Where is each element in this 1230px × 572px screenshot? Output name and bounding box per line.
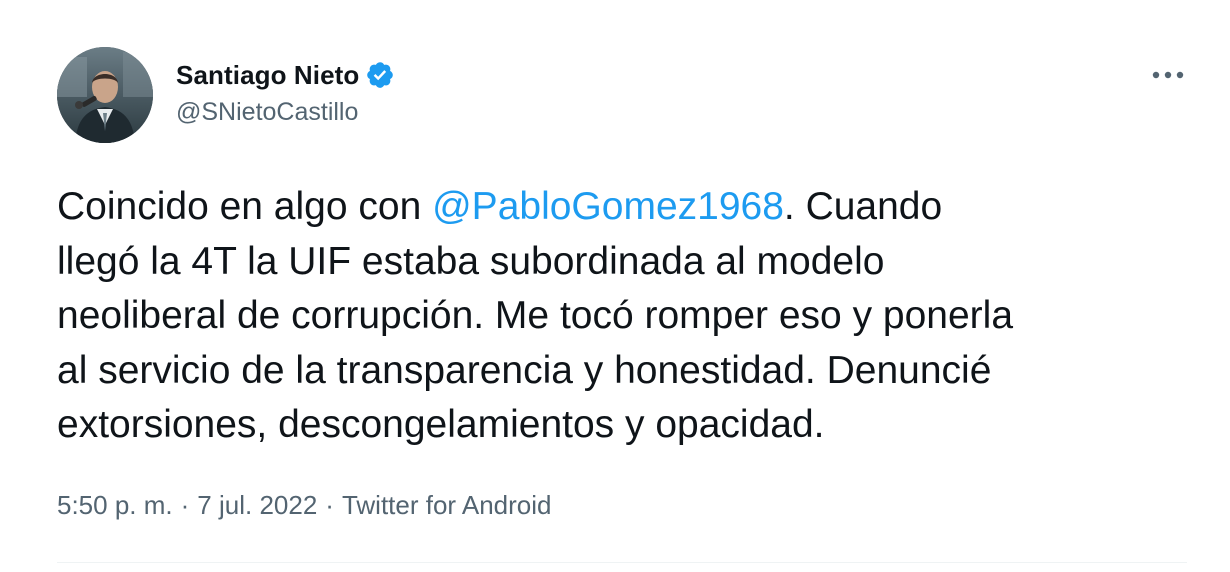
tweet-text-segment: Coincido en algo con — [57, 185, 433, 228]
tweet-line: al servicio de la transparencia y honest… — [57, 348, 992, 392]
tweet-line: neoliberal de corrupción. Me tocó romper… — [57, 294, 1014, 337]
more-options-button[interactable] — [1148, 60, 1188, 90]
tweet-line: Coincido en algo con @PabloGomez1968. Cu… — [57, 180, 1207, 235]
tweet-line: llegó la 4T la UIF estaba subordinada al… — [57, 239, 885, 283]
avatar-photo — [57, 47, 153, 143]
author-handle[interactable]: @SNietoCastillo — [176, 98, 358, 127]
avatar[interactable] — [57, 47, 153, 143]
tweet-date: 7 jul. 2022 — [197, 490, 318, 520]
divider — [57, 562, 1187, 563]
more-options-icon — [1152, 71, 1184, 79]
tweet-meta: 5:50 p. m. · 7 jul. 2022 · Twitter for Andro… — [57, 490, 552, 521]
mention-link[interactable]: @PabloGomez1968 — [432, 185, 784, 228]
tweet-card: Santiago Nieto @SNietoCastillo Coincido … — [0, 0, 1230, 572]
tweet-line: extorsiones, descongelamientos y opacida… — [57, 403, 825, 446]
meta-separator: · — [180, 490, 190, 520]
display-name[interactable]: Santiago Nieto — [176, 60, 359, 91]
tweet-text-segment: . Cuando — [783, 185, 943, 228]
tweet-source-link[interactable]: Twitter for Android — [342, 490, 552, 520]
tweet-timestamp-link[interactable]: 5:50 p. m. · 7 jul. 2022 — [57, 490, 317, 520]
meta-separator: · — [325, 490, 334, 520]
verified-badge-icon — [365, 60, 395, 90]
tweet-text: Coincido en algo con @PabloGomez1968. Cu… — [57, 180, 1207, 453]
author-name-row[interactable]: Santiago Nieto — [176, 58, 395, 92]
tweet-time: 5:50 p. m. — [57, 490, 173, 520]
